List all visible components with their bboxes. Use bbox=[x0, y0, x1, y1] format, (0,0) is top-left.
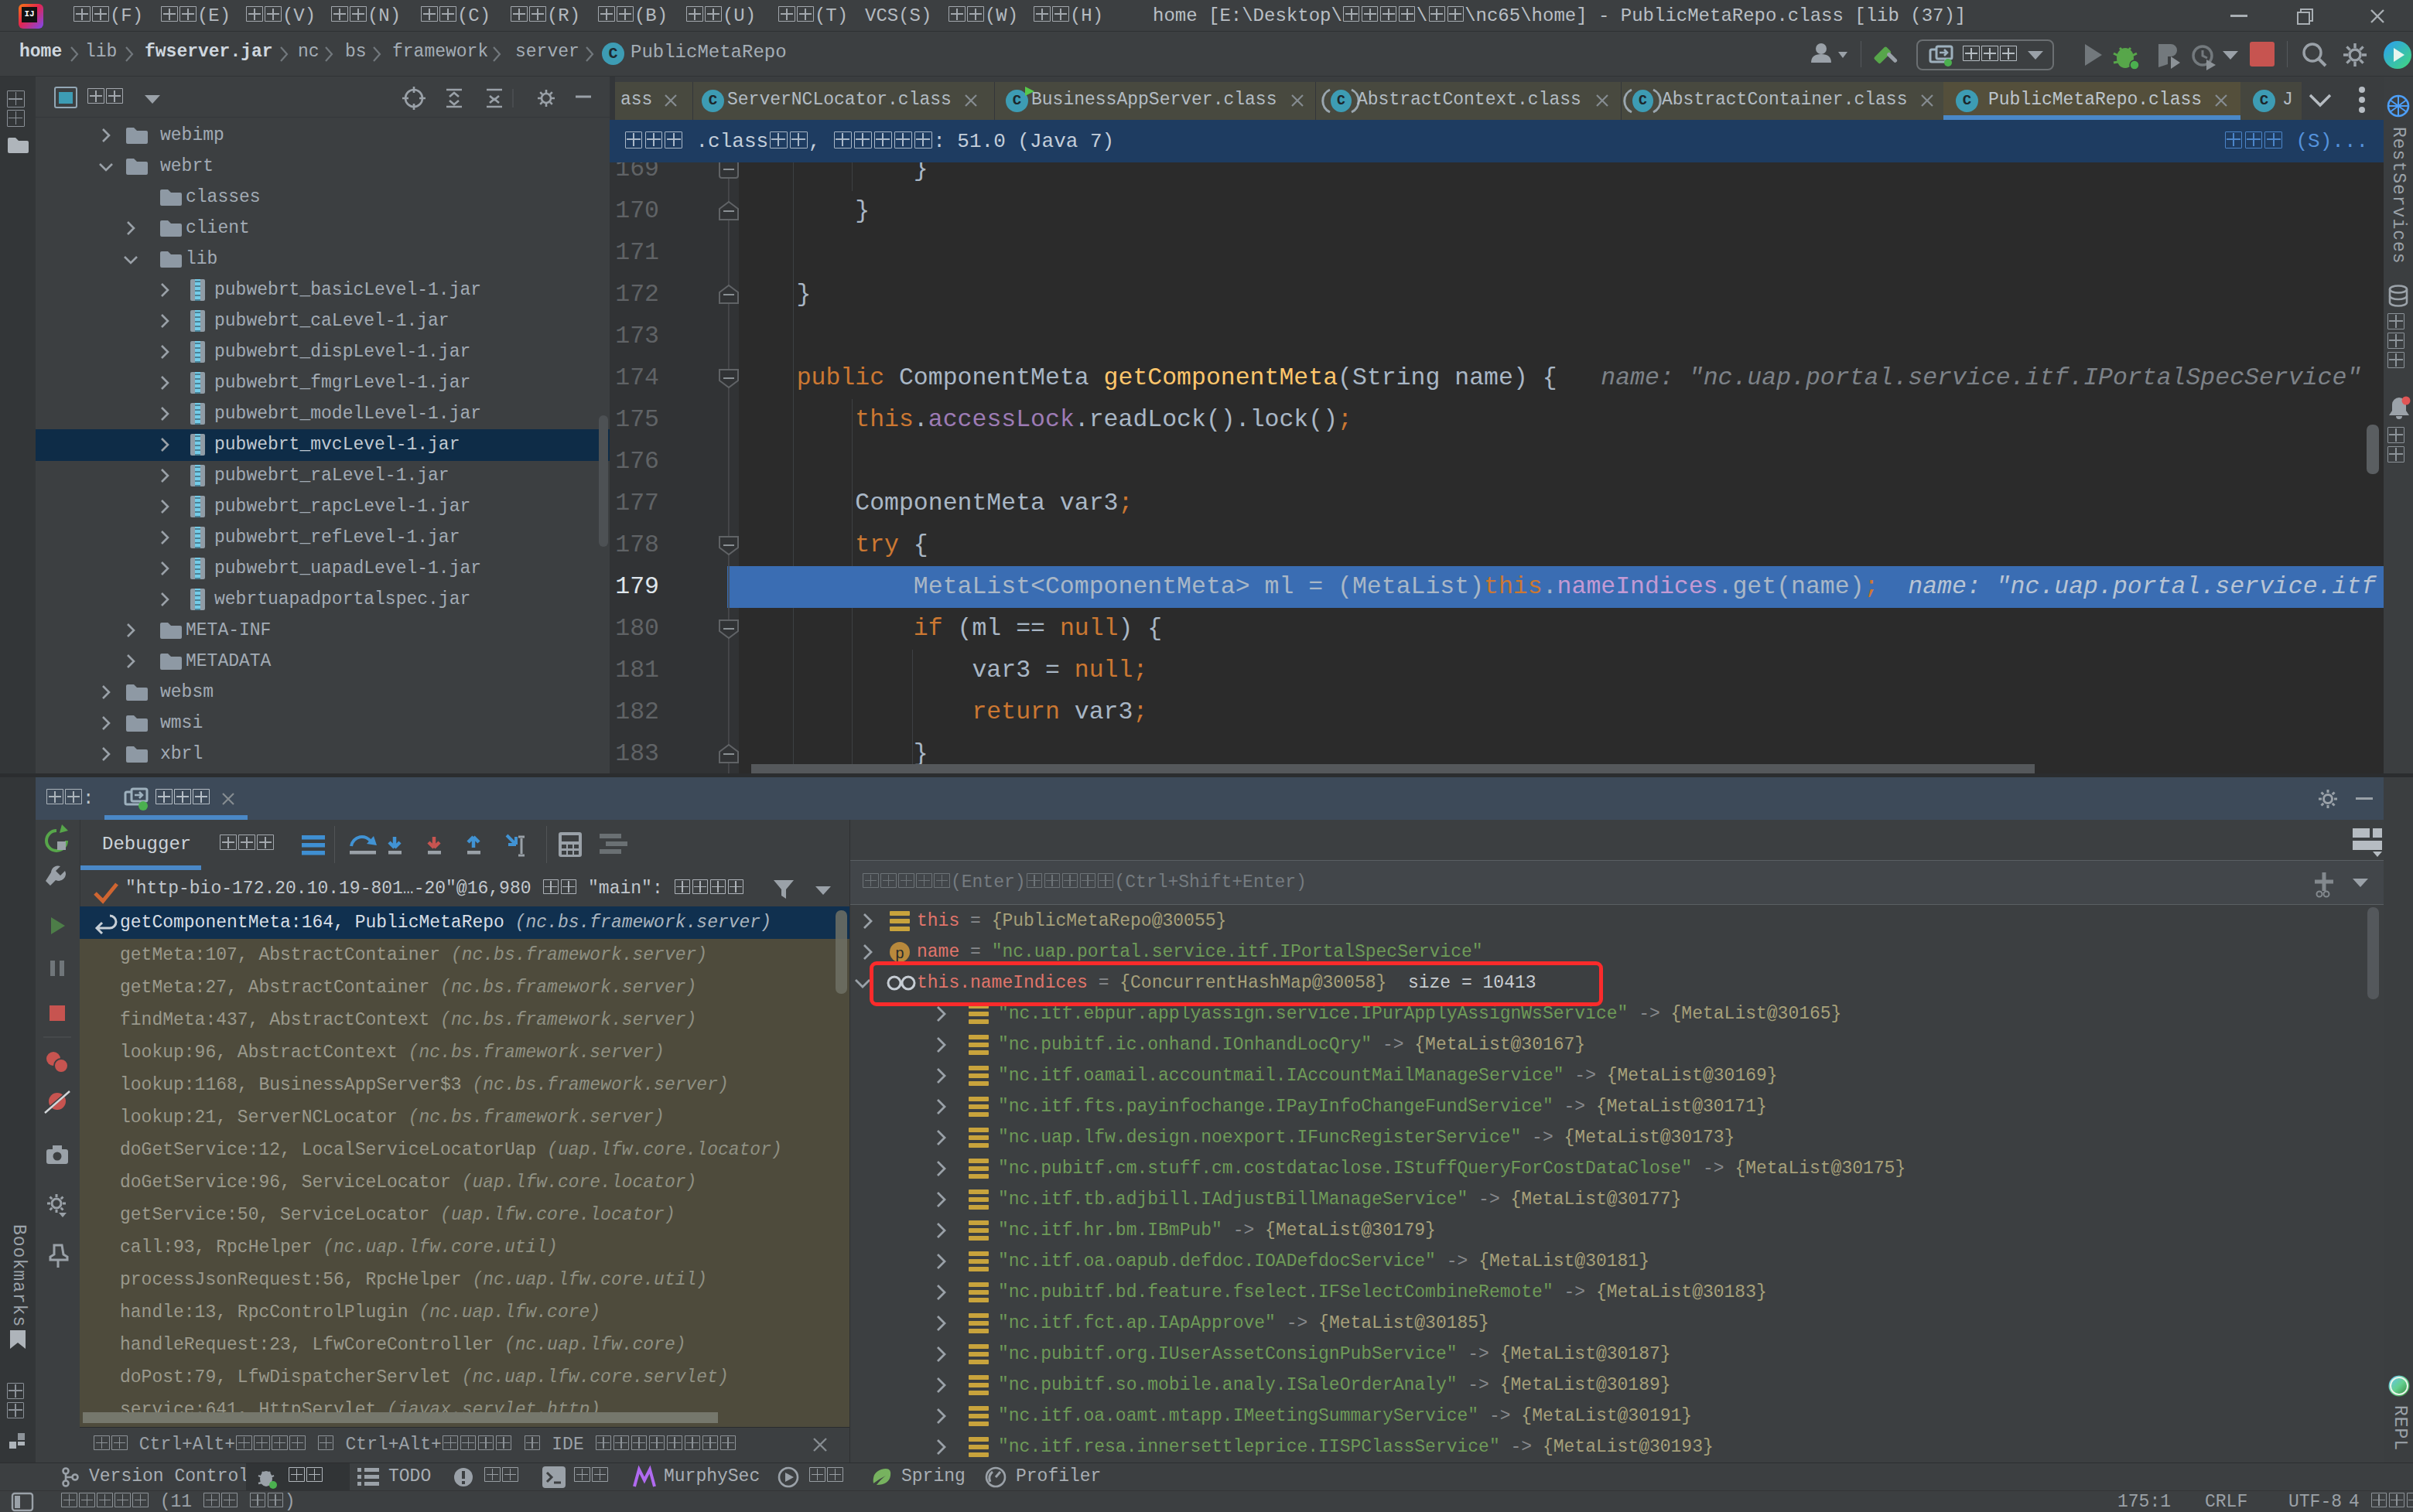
svg-text:p: p bbox=[895, 945, 904, 963]
